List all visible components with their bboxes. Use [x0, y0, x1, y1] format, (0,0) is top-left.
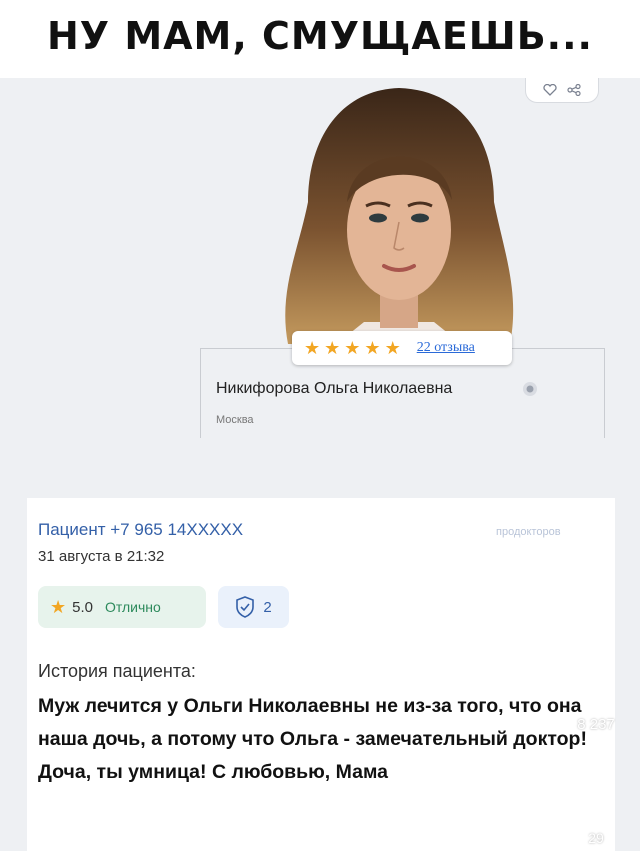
review-author: Пациент +7 965 14XXXXX — [38, 520, 244, 539]
doctor-photo — [285, 88, 514, 354]
favorite-share-bar[interactable] — [525, 78, 599, 103]
meme-caption: НУ МАМ, СМУЩАЕШЬ... — [47, 14, 593, 58]
review-text: Муж лечится у Ольги Николаевны не из-за … — [38, 695, 587, 783]
heart-icon[interactable] — [576, 660, 616, 696]
shield-check-icon — [236, 596, 255, 618]
card-border-right — [604, 348, 605, 438]
card-border-left — [200, 348, 201, 438]
review-date: 31 августа в 21:32 — [38, 548, 165, 565]
verified-icon — [523, 382, 537, 396]
likes-count: 8 237 — [577, 716, 615, 733]
star-icon: ★ — [324, 338, 341, 358]
verified-count: 2 — [263, 598, 272, 616]
heart-icon[interactable] — [543, 84, 557, 96]
score-badge: ★ 5.0 Отлично — [38, 586, 206, 628]
score-value: 5.0 — [72, 598, 93, 616]
comments-count: 29 — [588, 830, 604, 846]
rating-pill: ★ ★ ★ ★ ★ 22 отзыва — [292, 331, 512, 365]
doctor-name[interactable]: Никифорова Ольга Николаевна — [216, 380, 452, 398]
doctor-city: Москва — [216, 414, 254, 426]
star-icon: ★ — [384, 338, 401, 358]
meme-header: НУ МАМ, СМУЩАЕШЬ... — [0, 0, 640, 78]
reviews-link[interactable]: 22 отзыва — [417, 340, 475, 356]
score-label: Отлично — [105, 599, 161, 615]
star-icon: ★ — [304, 338, 321, 358]
brand-logo: продокторов — [496, 526, 561, 538]
star-icon: ★ — [344, 338, 361, 358]
comment-icon[interactable] — [576, 776, 616, 816]
history-label: История пациента: — [38, 661, 196, 681]
star-icon: ★ — [50, 596, 67, 617]
verified-badge[interactable]: 2 — [218, 586, 289, 628]
star-icon: ★ — [364, 338, 381, 358]
share-icon[interactable] — [567, 84, 581, 96]
